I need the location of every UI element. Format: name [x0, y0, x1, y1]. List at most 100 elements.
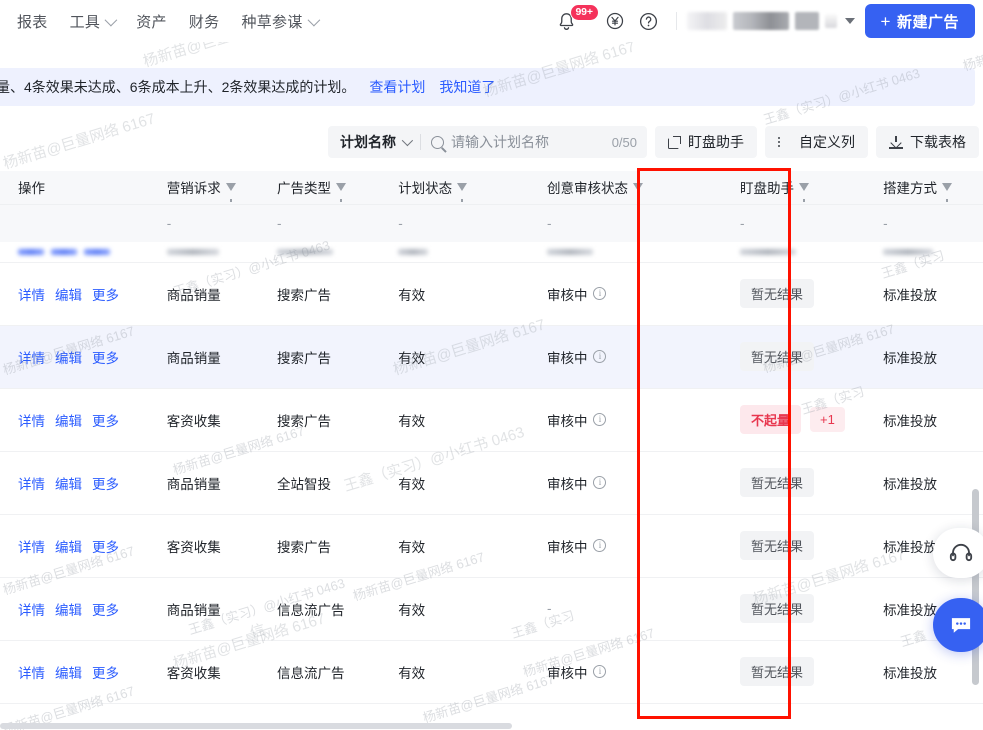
edit-link[interactable]: 编辑 [55, 284, 82, 304]
detail-link[interactable]: 详情 [18, 410, 45, 430]
edit-link[interactable]: 编辑 [55, 410, 82, 430]
customize-columns-button[interactable]: 自定义列 [765, 126, 868, 158]
more-link[interactable]: 更多 [92, 599, 119, 619]
customer-support-button[interactable] [933, 528, 983, 578]
edit-link[interactable]: 编辑 [55, 662, 82, 682]
column-header-plan-status[interactable]: 计划状态 [380, 171, 529, 205]
search-field-selector[interactable]: 计划名称 [328, 126, 420, 158]
filter-icon[interactable] [225, 183, 236, 203]
cell-ops[interactable]: 详情 编辑 更多 [0, 451, 149, 514]
detail-link[interactable]: 详情 [18, 662, 45, 682]
summary-cell-ad-type: - [276, 215, 282, 231]
detail-link[interactable]: 详情 [18, 536, 45, 556]
more-link[interactable] [84, 248, 110, 255]
filter-icon[interactable] [942, 183, 953, 203]
wallet-button[interactable] [598, 4, 632, 38]
detail-link[interactable]: 详情 [18, 599, 45, 619]
nav-item-reports[interactable]: 报表 [6, 11, 59, 32]
table-row[interactable]: 详情 编辑 更多 商品销量 搜索广告 有效 审核中 i 暂无结果 标准投放 [0, 262, 983, 325]
cell-ops[interactable]: 详情 编辑 更多 [0, 640, 149, 703]
online-chat-button[interactable] [933, 598, 983, 652]
cell-ad-type: 信息流广告 [276, 665, 345, 681]
column-header-creative-review-status[interactable]: 创意审核状态 [528, 171, 702, 205]
horizontal-scrollbar[interactable] [0, 723, 955, 730]
edit-link[interactable]: 编辑 [55, 347, 82, 367]
column-header-marketing-goal[interactable]: 营销诉求 [148, 171, 259, 205]
alert-dismiss-link[interactable]: 我知道了 [439, 77, 495, 97]
help-button[interactable] [632, 4, 666, 38]
table-row[interactable]: 详情 编辑 更多 商品销量 全站智投 有效 审核中 i 暂无结果 标准投放 [0, 451, 983, 514]
cell-ops[interactable]: 详情 编辑 更多 [0, 262, 149, 325]
table-row[interactable]: 详情 编辑 更多 商品销量 信息流广告 有效 - 暂无结果 标准投放 不限 [0, 577, 983, 640]
table-row[interactable]: 详情 编辑 更多 客资收集 搜索广告 有效 审核中 i 不起量 +1 标准投放 [0, 388, 983, 451]
detail-link[interactable]: 详情 [18, 284, 45, 304]
horizontal-scrollbar-thumb[interactable] [0, 723, 512, 729]
detail-link[interactable] [18, 248, 44, 255]
alert-view-plans-link[interactable]: 查看计划 [369, 77, 425, 97]
column-header-build-mode[interactable]: 搭建方式 [865, 171, 981, 205]
notifications-button[interactable]: 99+ [556, 4, 599, 38]
info-circle-icon[interactable]: i [593, 413, 607, 426]
more-link[interactable]: 更多 [92, 473, 119, 493]
cell-ops[interactable]: 详情 编辑 更多 [0, 388, 149, 451]
table-row[interactable] [0, 242, 983, 262]
cell-build-mode: 标准投放 [883, 287, 938, 303]
info-circle-icon[interactable]: i [593, 350, 607, 363]
column-header-ops[interactable]: 操作 [0, 171, 149, 205]
headset-icon [949, 543, 973, 562]
summary-cell-plan-status: - [398, 215, 403, 231]
search-input[interactable]: 请输入计划名称 [451, 132, 605, 152]
nav-item-finance[interactable]: 财务 [178, 11, 231, 32]
filter-icon[interactable] [632, 183, 643, 203]
detail-link[interactable]: 详情 [18, 347, 45, 367]
edit-link[interactable]: 编辑 [55, 599, 82, 619]
account-selector[interactable] [686, 12, 855, 30]
table-summary-row: - - - - - - - [0, 204, 983, 242]
cell-ad-type: 搜索广告 [276, 287, 331, 303]
cell-plan-status [380, 242, 529, 262]
info-circle-icon[interactable]: i [593, 665, 607, 678]
detail-link[interactable]: 详情 [18, 473, 45, 493]
more-link[interactable]: 更多 [92, 347, 119, 367]
extra-count-badge[interactable]: +1 [809, 407, 845, 432]
watch-assistant-button[interactable]: 盯盘助手 [655, 126, 757, 158]
cell-ops[interactable]: 详情 编辑 更多 [0, 325, 149, 388]
edit-link[interactable] [51, 248, 77, 255]
download-table-button[interactable]: 下载表格 [876, 126, 979, 158]
filter-icon[interactable] [457, 183, 468, 203]
column-header-watch-assistant[interactable]: 盯盘助手 [701, 171, 866, 205]
cell-ops[interactable]: 详情 编辑 更多 [0, 514, 149, 577]
cell-watch-assistant [702, 242, 865, 262]
info-circle-icon[interactable]: i [593, 287, 607, 300]
nav-item-assets[interactable]: 资产 [125, 11, 178, 32]
cell-marketing-goal: 商品销量 [166, 350, 221, 366]
cell-plan-status: 有效 [398, 602, 426, 618]
column-header-ad-type[interactable]: 广告类型 [258, 171, 381, 205]
table-row[interactable]: 详情 编辑 更多 客资收集 信息流广告 有效 审核中 i 暂无结果 标准投放 [0, 640, 983, 703]
search-field-label: 计划名称 [340, 134, 396, 150]
table-row[interactable]: 详情 编辑 更多 客资收集 搜索广告 有效 审核中 i 暂无结果 标准投放 [0, 514, 983, 577]
status-badge[interactable]: 不起量 [739, 405, 801, 434]
cell-build-mode: 标准投放 [883, 476, 938, 492]
avatar [686, 12, 727, 30]
more-link[interactable]: 更多 [92, 410, 119, 430]
info-circle-icon[interactable]: i [593, 539, 607, 552]
vertical-scrollbar-thumb[interactable] [972, 489, 979, 685]
nav-item-seeding-advisor[interactable]: 种草参谋 [230, 11, 327, 32]
more-link[interactable]: 更多 [92, 284, 119, 304]
cell-ops[interactable]: 详情 编辑 更多 [0, 577, 149, 640]
plans-table-container[interactable]: 操作 营销诉求 广告类型 计划状态 创意审核状态 盯盘助手 搭建方式 - - -… [0, 171, 983, 730]
more-link[interactable]: 更多 [92, 536, 119, 556]
filter-icon[interactable] [335, 183, 346, 203]
info-circle-icon[interactable]: i [593, 476, 607, 489]
edit-link[interactable]: 编辑 [55, 473, 82, 493]
nav-item-tools[interactable]: 工具 [59, 11, 126, 32]
search-input-wrap[interactable]: 请输入计划名称 0/50 [421, 126, 647, 158]
table-row[interactable]: 详情 编辑 更多 商品销量 搜索广告 有效 审核中 i 暂无结果 标准投放 [0, 325, 983, 388]
filter-icon[interactable] [798, 183, 809, 203]
more-link[interactable]: 更多 [92, 662, 119, 682]
caret-down-icon [844, 18, 855, 24]
edit-link[interactable]: 编辑 [55, 536, 82, 556]
create-ad-button[interactable]: + 新建广告 [864, 4, 975, 38]
cell-ops[interactable] [0, 242, 149, 262]
